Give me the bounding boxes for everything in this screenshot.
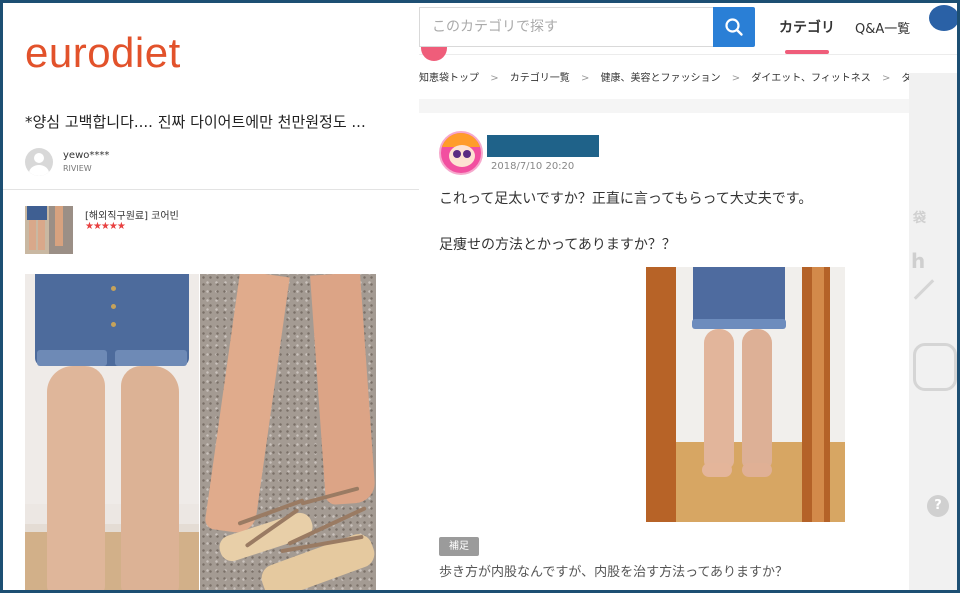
side-character-text-icon: 袋 (913, 211, 927, 226)
side-letter-icon: h (911, 249, 926, 273)
question-text-line1: これって足太いですか？正直に言ってもらって大丈夫です。 (439, 191, 813, 207)
section-gap (419, 99, 909, 113)
breadcrumb-separator: > (731, 73, 741, 84)
active-tab-indicator (785, 50, 829, 54)
product-thumbnail[interactable] (25, 206, 73, 254)
rating-stars: ★★★★★ (85, 221, 126, 232)
breadcrumb-item[interactable]: 知恵袋トップ (419, 69, 479, 84)
right-qa-panel: このカテゴリで探す カテゴリ Q&A一覧 知恵袋トップ > カテゴリ一覧 > 健… (419, 3, 957, 590)
character-icon (929, 5, 957, 31)
questioner-avatar[interactable] (439, 131, 483, 175)
side-decoration-strip: 袋 h ? (909, 73, 957, 590)
header-bar: このカテゴリで探す カテゴリ Q&A一覧 (419, 3, 957, 61)
search-input[interactable]: このカテゴリで探す (419, 7, 714, 47)
left-review-panel: eurodiet *양심 고백합니다.... 진짜 다이어트에만 천만원정도 .… (3, 3, 419, 590)
question-text-line2: 足痩せの方法とかってありますか？？ (439, 237, 676, 253)
breadcrumb: 知恵袋トップ > カテゴリ一覧 > 健康、美容とファッション > ダイエット、フ… (419, 69, 909, 91)
breadcrumb-separator: > (580, 73, 590, 84)
breadcrumb-item[interactable]: 健康、美容とファッション (601, 69, 721, 84)
breadcrumb-item[interactable]: ダイエット、フィットネス (751, 69, 871, 84)
divider (3, 189, 419, 190)
post-title[interactable]: *양심 고백합니다.... 진짜 다이어트에만 천만원정도 ... (25, 111, 366, 132)
tab-qa-list[interactable]: Q&A一覧 (855, 18, 910, 37)
side-mascot-icon (913, 343, 957, 391)
question-date: 2018/7/10 20:20 (491, 161, 575, 172)
question-photo[interactable] (646, 267, 845, 522)
reviewer-source: RIVIEW (63, 164, 92, 173)
product-name[interactable]: [해외직구원료] 코어빈 (85, 207, 179, 222)
side-line-icon (913, 279, 935, 300)
search-button[interactable] (713, 7, 755, 47)
tab-category[interactable]: カテゴリ (779, 17, 835, 37)
supplement-text: 歩き方が内股なんですが、内股を治す方法ってありますか？ (439, 565, 789, 580)
review-photo-sandals (200, 274, 376, 590)
review-photo-front (25, 274, 199, 590)
supplement-badge: 補足 (439, 537, 479, 556)
reviewer-name: yewo**** (63, 150, 110, 161)
brand-logo[interactable]: eurodiet (25, 29, 181, 77)
redacted-username (487, 135, 599, 157)
search-icon (725, 18, 743, 36)
breadcrumb-separator: > (490, 73, 499, 84)
default-avatar-icon (25, 148, 53, 176)
screenshot-frame: eurodiet *양심 고백합니다.... 진짜 다이어트에만 천만원정도 .… (0, 0, 960, 593)
character-icon-small (421, 47, 447, 61)
breadcrumb-item[interactable]: ダイ (902, 69, 909, 84)
help-icon[interactable]: ? (927, 495, 949, 517)
breadcrumb-separator: > (881, 73, 891, 84)
breadcrumb-item[interactable]: カテゴリ一覧 (510, 69, 570, 84)
